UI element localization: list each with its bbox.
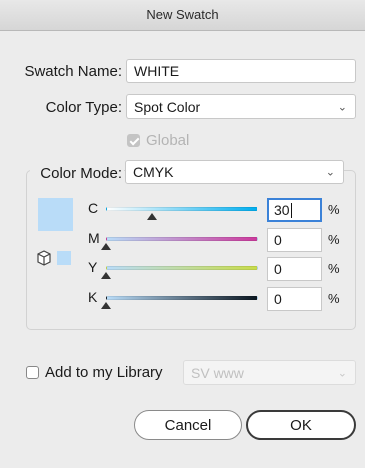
slider-thumb-c[interactable] bbox=[146, 213, 157, 220]
color-mode-value: CMYK bbox=[133, 164, 174, 180]
slider-track-m[interactable] bbox=[106, 237, 258, 241]
chevron-down-icon: ⌄ bbox=[337, 101, 347, 113]
channel-letter-y: Y bbox=[88, 259, 98, 275]
channel-input-c[interactable]: 30 bbox=[267, 198, 322, 222]
ok-button[interactable]: OK bbox=[246, 410, 356, 440]
checkbox-checked-icon bbox=[127, 134, 140, 147]
percent-unit: % bbox=[328, 202, 340, 217]
color-preview-swatch bbox=[38, 198, 73, 231]
color-type-label: Color Type: bbox=[45, 99, 122, 116]
color-mode-label: Color Mode: bbox=[30, 165, 124, 182]
slider-track-c[interactable] bbox=[106, 207, 258, 211]
library-select-value: SV www bbox=[191, 364, 244, 381]
window-titlebar: New Swatch bbox=[0, 0, 365, 31]
checkbox-unchecked-icon bbox=[26, 366, 39, 379]
percent-unit: % bbox=[328, 232, 340, 247]
swatch-name-label: Swatch Name: bbox=[24, 63, 122, 80]
global-checkbox[interactable]: Global bbox=[127, 132, 189, 149]
swatch-name-value: WHITE bbox=[134, 63, 180, 79]
channel-input-m[interactable]: 0 bbox=[267, 228, 322, 252]
chevron-down-icon: ⌄ bbox=[337, 367, 347, 379]
channel-value: 0 bbox=[274, 232, 282, 248]
swatch-name-input[interactable]: WHITE bbox=[126, 59, 356, 83]
channel-letter-c: C bbox=[88, 200, 99, 216]
text-caret bbox=[290, 202, 292, 218]
library-select[interactable]: SV www ⌄ bbox=[183, 360, 356, 385]
slider-thumb-k[interactable] bbox=[101, 302, 111, 309]
color-mode-select[interactable]: CMYK ⌄ bbox=[125, 160, 344, 184]
channel-input-y[interactable]: 0 bbox=[267, 257, 322, 281]
cancel-button[interactable]: Cancel bbox=[134, 410, 242, 440]
slider-track-k[interactable] bbox=[106, 296, 258, 300]
global-label: Global bbox=[146, 132, 190, 149]
channel-value: 0 bbox=[274, 291, 282, 307]
channel-letter-m: M bbox=[88, 230, 100, 246]
color-type-select[interactable]: Spot Color ⌄ bbox=[126, 94, 356, 119]
gamut-color-chip[interactable] bbox=[57, 251, 71, 265]
color-type-value: Spot Color bbox=[134, 98, 201, 115]
slider-track-y[interactable] bbox=[106, 266, 258, 270]
slider-thumb-y[interactable] bbox=[101, 272, 111, 279]
cube-icon[interactable] bbox=[37, 250, 51, 266]
window-title: New Swatch bbox=[146, 7, 219, 22]
chevron-down-icon: ⌄ bbox=[325, 166, 335, 179]
percent-unit: % bbox=[328, 291, 340, 306]
add-to-library-checkbox[interactable]: Add to my Library bbox=[26, 364, 163, 381]
slider-thumb-m[interactable] bbox=[101, 243, 111, 250]
add-to-library-label: Add to my Library bbox=[45, 364, 163, 381]
channel-letter-k: K bbox=[88, 289, 98, 305]
channel-input-k[interactable]: 0 bbox=[267, 287, 322, 311]
percent-unit: % bbox=[328, 261, 340, 276]
channel-value: 30 bbox=[274, 202, 290, 218]
channel-value: 0 bbox=[274, 261, 282, 277]
